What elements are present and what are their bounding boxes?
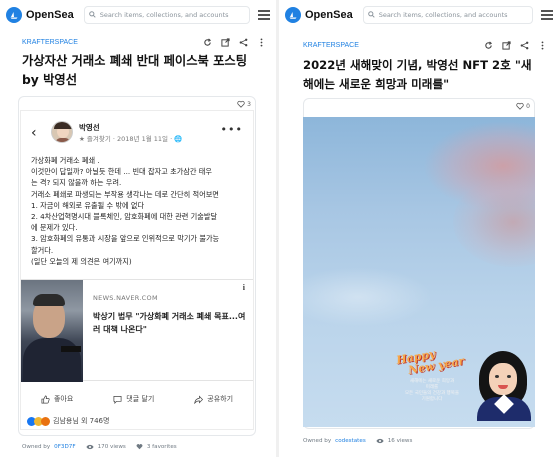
favorites-count: 3 favorites [146, 443, 177, 450]
hamburger-menu-icon[interactable] [541, 8, 553, 23]
post-line: 3. 암호화폐의 유통과 시장을 앞으로 인위적으로 막기가 불가능 [31, 234, 220, 244]
owner-link[interactable]: codestates [335, 438, 366, 444]
greeting-text: Happy New year [395, 343, 465, 378]
comment-label: 댓글 달기 [126, 395, 155, 403]
portrait-illustration [475, 349, 533, 421]
post-meta: ★ 즐겨찾기 · 2018년 1월 11일 · 🌐 [79, 135, 183, 143]
post-line: 가상화폐 거래소 폐쇄 . [31, 156, 100, 165]
item-actions [484, 40, 547, 50]
comment-button[interactable]: 댓글 달기 [113, 394, 154, 404]
favorite-count[interactable]: 0 [516, 102, 530, 110]
more-options-icon[interactable] [257, 37, 266, 47]
brand-name[interactable]: OpenSea [305, 9, 353, 21]
back-arrow-icon[interactable]: ‹ [31, 125, 37, 141]
search-input[interactable]: Search items, collections, and accounts [362, 6, 533, 24]
link-title[interactable]: 박상기 법무 "가상화폐 거래소 폐쇄 목표...여러 대책 나온다" [93, 310, 247, 336]
item-title-line2: 해에는 새로운 희망과 미래를" [303, 77, 450, 91]
search-placeholder: Search items, collections, and accounts [378, 11, 508, 19]
refresh-icon[interactable] [203, 38, 212, 47]
item-footer: Owned by 0F3D7F 170 views 3 favorites [22, 443, 177, 450]
post-line: 2. 4차산업혁명시대 블록체인, 암호화폐에 대한 관련 기술발달 [31, 212, 218, 222]
heart-icon [237, 100, 245, 108]
facebook-post: ‹ 박영선 ★ 즐겨찾기 · 2018년 1월 11일 · 🌐 ••• 가상화폐… [20, 110, 254, 430]
search-icon [88, 10, 96, 20]
message-line: 기원합니다 [421, 397, 443, 402]
greeting-message: 새해에는 새로운 희망과 미래를 모든 국민들의 건강과 행복을 기원합니다 [391, 379, 473, 403]
post-line: 이것만이 답일까? 아닐듯 한데 ... 빈대 잡자고 초가삼간 태우 [31, 167, 213, 177]
item-title: 2022년 새해맞이 기념, 박영선 NFT 2호 "새 해에는 새로운 희망과… [303, 56, 555, 94]
views-count: 16 views [387, 438, 413, 444]
share-icon[interactable] [239, 38, 248, 47]
share-label: 공유하기 [207, 395, 234, 403]
comment-icon [113, 395, 122, 404]
info-icon[interactable]: i [243, 283, 245, 292]
search-icon [367, 10, 375, 20]
item-title-line1: 2022년 새해맞이 기념, 박영선 NFT 2호 "새 [303, 58, 532, 72]
external-link-icon[interactable] [221, 37, 230, 47]
item-title-line2: by 박영선 [22, 73, 78, 87]
share-icon[interactable] [520, 41, 529, 50]
post-line: 에 문제가 있다. [31, 223, 78, 233]
post-header: ‹ 박영선 ★ 즐겨찾기 · 2018년 1월 11일 · 🌐 ••• [21, 119, 253, 149]
views-count: 170 views [97, 443, 126, 450]
link-preview-image [21, 280, 83, 382]
post-line: 거래소 폐쇄로 파생되는 부작용 생각나는 데로 간단히 적어보면 [31, 189, 219, 199]
opensea-logo-icon[interactable] [285, 7, 301, 23]
eye-icon [85, 444, 94, 449]
post-line: 할거다. [31, 245, 54, 255]
more-options-icon[interactable] [538, 40, 547, 50]
reactions-summary[interactable]: 김남용님 외 746명 [27, 416, 109, 426]
avatar [51, 121, 73, 143]
external-link-icon[interactable] [502, 40, 511, 50]
favorite-count-value: 0 [526, 102, 530, 110]
opensea-logo-icon[interactable] [6, 7, 22, 23]
owner-link[interactable]: 0F3D7F [54, 444, 75, 450]
reaction-count: 김남용님 외 746명 [53, 417, 110, 425]
post-line: 는 격? 되지 않을까 하는 우려. [31, 178, 122, 188]
share-arrow-icon [194, 394, 204, 404]
item-title-line1: 가상자산 거래소 폐쇄 반대 페이스북 포스팅 [22, 54, 248, 68]
owner-label: Owned by [303, 438, 332, 444]
brand-name[interactable]: OpenSea [26, 9, 74, 21]
hamburger-menu-icon[interactable] [258, 8, 270, 23]
owner-label: Owned by [22, 443, 51, 450]
link-preview[interactable]: i NEWS.NAVER.COM 박상기 법무 "가상화폐 거래소 폐쇄 목표.… [21, 279, 253, 382]
like-label: 좋아요 [53, 395, 74, 403]
right-top-nav: OpenSea Search items, collections, and a… [279, 0, 559, 30]
heart-icon [516, 102, 524, 110]
post-actions: 좋아요 댓글 달기 공유하기 [21, 389, 253, 409]
search-input[interactable]: Search items, collections, and accounts [83, 6, 250, 24]
post-line: (일단 오늘의 제 의견은 여기까지) [31, 256, 132, 266]
share-button[interactable]: 공유하기 [194, 394, 233, 404]
post-body: 가상화폐 거래소 폐쇄 . 이것만이 답일까? 아닐듯 한데 ... 빈대 잡자… [31, 155, 245, 267]
angry-reaction-icon [41, 416, 50, 426]
link-domain: NEWS.NAVER.COM [93, 294, 158, 302]
post-author[interactable]: 박영선 [79, 122, 100, 133]
right-item-header: KRAFTERSPACE [303, 37, 547, 53]
post-line: 1. 자금이 해외로 유출될 수 밖에 없다 [31, 200, 145, 210]
left-top-nav: OpenSea Search items, collections, and a… [0, 0, 276, 30]
collection-link[interactable]: KRAFTERSPACE [303, 42, 359, 49]
collection-link[interactable]: KRAFTERSPACE [22, 39, 78, 46]
left-item-header: KRAFTERSPACE [22, 34, 266, 50]
thumbs-up-icon [41, 395, 50, 403]
refresh-icon[interactable] [484, 41, 493, 50]
left-opensea-page: OpenSea Search items, collections, and a… [0, 0, 276, 457]
favorite-count-value: 3 [247, 100, 251, 108]
heart-icon [136, 444, 143, 450]
eye-icon [376, 438, 384, 444]
right-opensea-page: OpenSea Search items, collections, and a… [279, 0, 559, 457]
search-placeholder: Search items, collections, and accounts [99, 11, 229, 19]
like-button[interactable]: 좋아요 [41, 394, 73, 404]
item-footer: Owned by codestates 16 views [303, 438, 412, 444]
more-horizontal-icon[interactable]: ••• [221, 123, 243, 136]
favorite-count[interactable]: 3 [237, 100, 251, 108]
nft-artwork-image[interactable]: Happy New year 새해에는 새로운 희망과 미래를 모든 국민들의 … [303, 117, 535, 427]
item-actions [203, 37, 266, 47]
item-title: 가상자산 거래소 폐쇄 반대 페이스북 포스팅 by 박영선 [22, 52, 247, 90]
